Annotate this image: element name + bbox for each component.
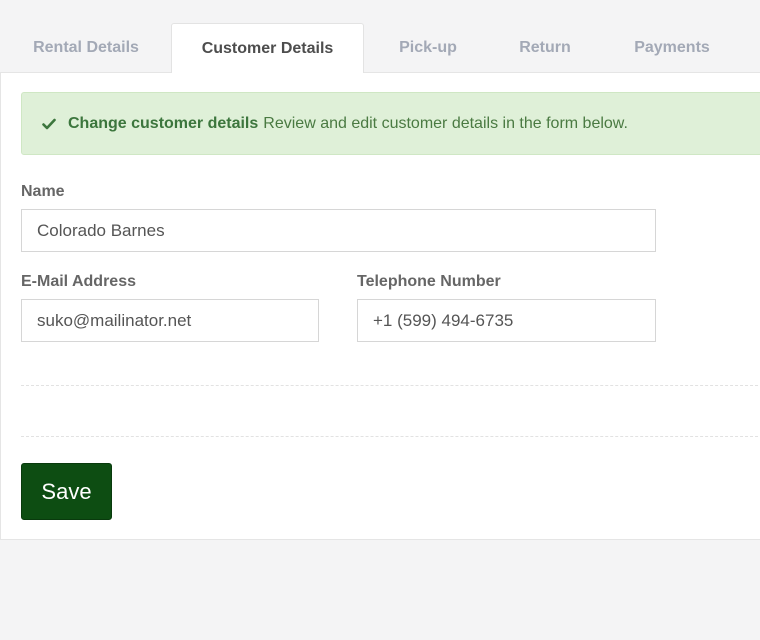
email-field[interactable] [21,299,319,342]
check-icon [42,118,56,129]
email-label: E-Mail Address [21,273,136,290]
phone-field[interactable] [357,299,656,342]
alert-title: Change customer details [68,114,259,132]
form-divider [21,385,760,386]
tab-pick-up[interactable]: Pick-up [364,23,492,73]
tab-return[interactable]: Return [492,23,598,73]
name-field[interactable] [21,209,656,252]
tab-bar: Rental Details Customer Details Pick-up … [0,0,760,73]
customer-details-panel: Change customer details Review and edit … [0,72,760,540]
success-alert: Change customer details Review and edit … [21,92,760,155]
tab-payments[interactable]: Payments [598,23,746,73]
save-button[interactable]: Save [21,463,112,520]
tab-customer-details[interactable]: Customer Details [171,23,364,73]
alert-message: Review and edit customer details in the … [263,114,628,132]
tab-rental-details[interactable]: Rental Details [0,23,172,73]
form-divider [21,436,760,437]
name-label: Name [21,183,65,200]
phone-label: Telephone Number [357,273,501,290]
